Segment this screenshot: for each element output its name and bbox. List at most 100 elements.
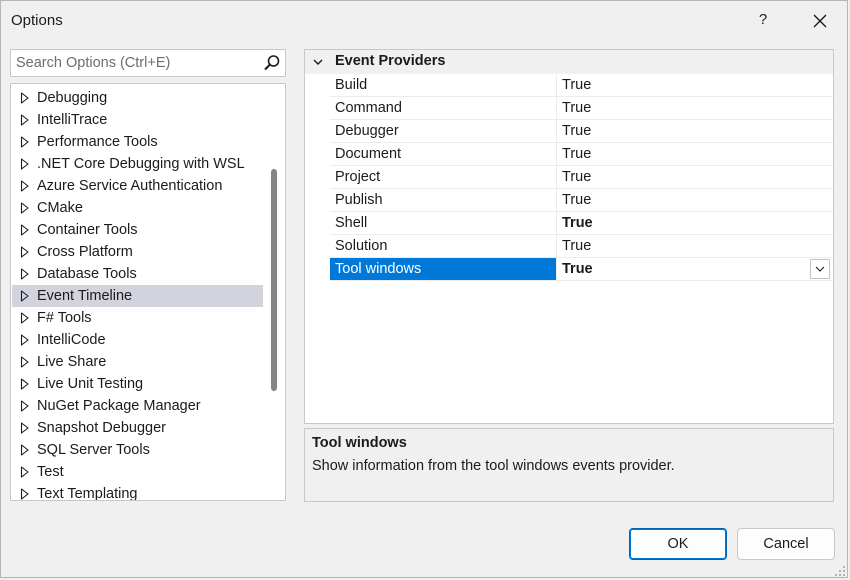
property-row[interactable]: Project True [330,166,833,189]
tree-item-label: Snapshot Debugger [37,420,166,436]
tree-item[interactable]: Snapshot Debugger [12,417,263,439]
tree-item[interactable]: Database Tools [12,263,263,285]
title-bar: Options ? [1,1,847,41]
chevron-down-icon [815,266,825,272]
tree-item[interactable]: F# Tools [12,307,263,329]
property-value[interactable]: True [558,120,591,142]
tree-item-label: Performance Tools [37,134,158,150]
expand-arrow-icon[interactable] [20,224,30,236]
tree-item[interactable]: Test [12,461,263,483]
property-value[interactable]: True [558,166,591,188]
resize-grip-icon[interactable] [833,563,847,577]
tree-item[interactable]: CMake [12,197,263,219]
property-row[interactable]: Solution True [330,235,833,258]
category-label: Event Providers [335,53,446,69]
property-value[interactable]: True [558,74,591,96]
tree-item-label: Test [37,464,64,480]
tree-item-label: Debugging [37,90,108,106]
property-name[interactable]: Shell [330,212,557,234]
description-title: Tool windows [312,435,407,451]
description-text: Show information from the tool windows e… [312,458,675,474]
help-button[interactable]: ? [753,10,773,30]
tree-item[interactable]: Performance Tools [12,131,263,153]
tree-item[interactable]: NuGet Package Manager [12,395,263,417]
tree-item[interactable]: .NET Core Debugging with WSL [12,153,263,175]
expand-arrow-icon[interactable] [20,466,30,478]
expand-arrow-icon[interactable] [20,444,30,456]
property-name[interactable]: Project [330,166,557,188]
value-dropdown-button[interactable] [810,259,830,279]
tree-item-label: CMake [37,200,83,216]
tree-item[interactable]: Event Timeline [12,285,263,307]
tree-item-label: Container Tools [37,222,138,238]
tree-item[interactable]: IntelliCode [12,329,263,351]
tree-item[interactable]: Azure Service Authentication [12,175,263,197]
property-row[interactable]: Publish True [330,189,833,212]
property-name[interactable]: Solution [330,235,557,257]
tree-item-label: IntelliTrace [37,112,108,128]
tree-item[interactable]: SQL Server Tools [12,439,263,461]
expand-arrow-icon[interactable] [20,202,30,214]
tree-scrollbar-thumb[interactable] [271,169,277,391]
tree-item[interactable]: Text Templating [12,483,263,500]
expand-arrow-icon[interactable] [20,334,30,346]
property-value[interactable]: True [558,235,591,257]
tree-item[interactable]: Live Share [12,351,263,373]
property-name[interactable]: Tool windows [330,258,557,280]
property-name[interactable]: Publish [330,189,557,211]
description-pane: Tool windows Show information from the t… [304,428,834,502]
expand-arrow-icon[interactable] [20,356,30,368]
ok-button[interactable]: OK [629,528,727,560]
search-button[interactable] [263,54,281,72]
property-row[interactable]: Shell True [330,212,833,235]
category-header[interactable]: Event Providers [305,50,833,74]
search-box [10,49,286,77]
options-dialog: Options ? Text Templating Test SQL Server … [0,0,848,578]
dialog-title: Options [11,12,63,29]
expand-arrow-icon[interactable] [20,488,30,500]
property-name[interactable]: Debugger [330,120,557,142]
expand-arrow-icon[interactable] [20,246,30,258]
property-row[interactable]: Tool windows True [330,258,833,281]
property-name[interactable]: Command [330,97,557,119]
expand-arrow-icon[interactable] [20,290,30,302]
expand-arrow-icon[interactable] [20,422,30,434]
property-row[interactable]: Debugger True [330,120,833,143]
tree-item[interactable]: Live Unit Testing [12,373,263,395]
property-value[interactable]: True [558,97,591,119]
tree-item-label: Live Share [37,354,107,370]
property-row[interactable]: Build True [330,74,833,97]
expand-arrow-icon[interactable] [20,268,30,280]
cancel-button[interactable]: Cancel [737,528,835,560]
expand-arrow-icon[interactable] [20,158,30,170]
expand-arrow-icon[interactable] [20,312,30,324]
options-tree[interactable]: Text Templating Test SQL Server Tools Snaps… [10,83,286,501]
search-icon [264,55,280,71]
property-name[interactable]: Build [330,74,557,96]
tree-item[interactable]: Debugging [12,87,263,109]
chevron-down-icon[interactable] [312,56,324,68]
tree-item[interactable]: Cross Platform [12,241,263,263]
property-row[interactable]: Command True [330,97,833,120]
property-row[interactable]: Document True [330,143,833,166]
property-value[interactable]: True [558,258,593,280]
property-value[interactable]: True [558,189,591,211]
close-button[interactable] [809,10,831,32]
expand-arrow-icon[interactable] [20,180,30,192]
expand-arrow-icon[interactable] [20,114,30,126]
expand-arrow-icon[interactable] [20,400,30,412]
tree-item[interactable]: Container Tools [12,219,263,241]
tree-item-label: Live Unit Testing [37,376,144,392]
tree-item-label: .NET Core Debugging with WSL [37,156,245,172]
search-input[interactable] [11,50,262,76]
expand-arrow-icon[interactable] [20,378,30,390]
expand-arrow-icon[interactable] [20,92,30,104]
property-name[interactable]: Document [330,143,557,165]
property-grid: Event Providers Build True Command True Debu… [304,49,834,424]
tree-item-label: IntelliCode [37,332,106,348]
property-value[interactable]: True [558,143,591,165]
expand-arrow-icon[interactable] [20,136,30,148]
tree-item-label: Event Timeline [37,288,133,304]
tree-item[interactable]: IntelliTrace [12,109,263,131]
property-value[interactable]: True [558,212,593,234]
